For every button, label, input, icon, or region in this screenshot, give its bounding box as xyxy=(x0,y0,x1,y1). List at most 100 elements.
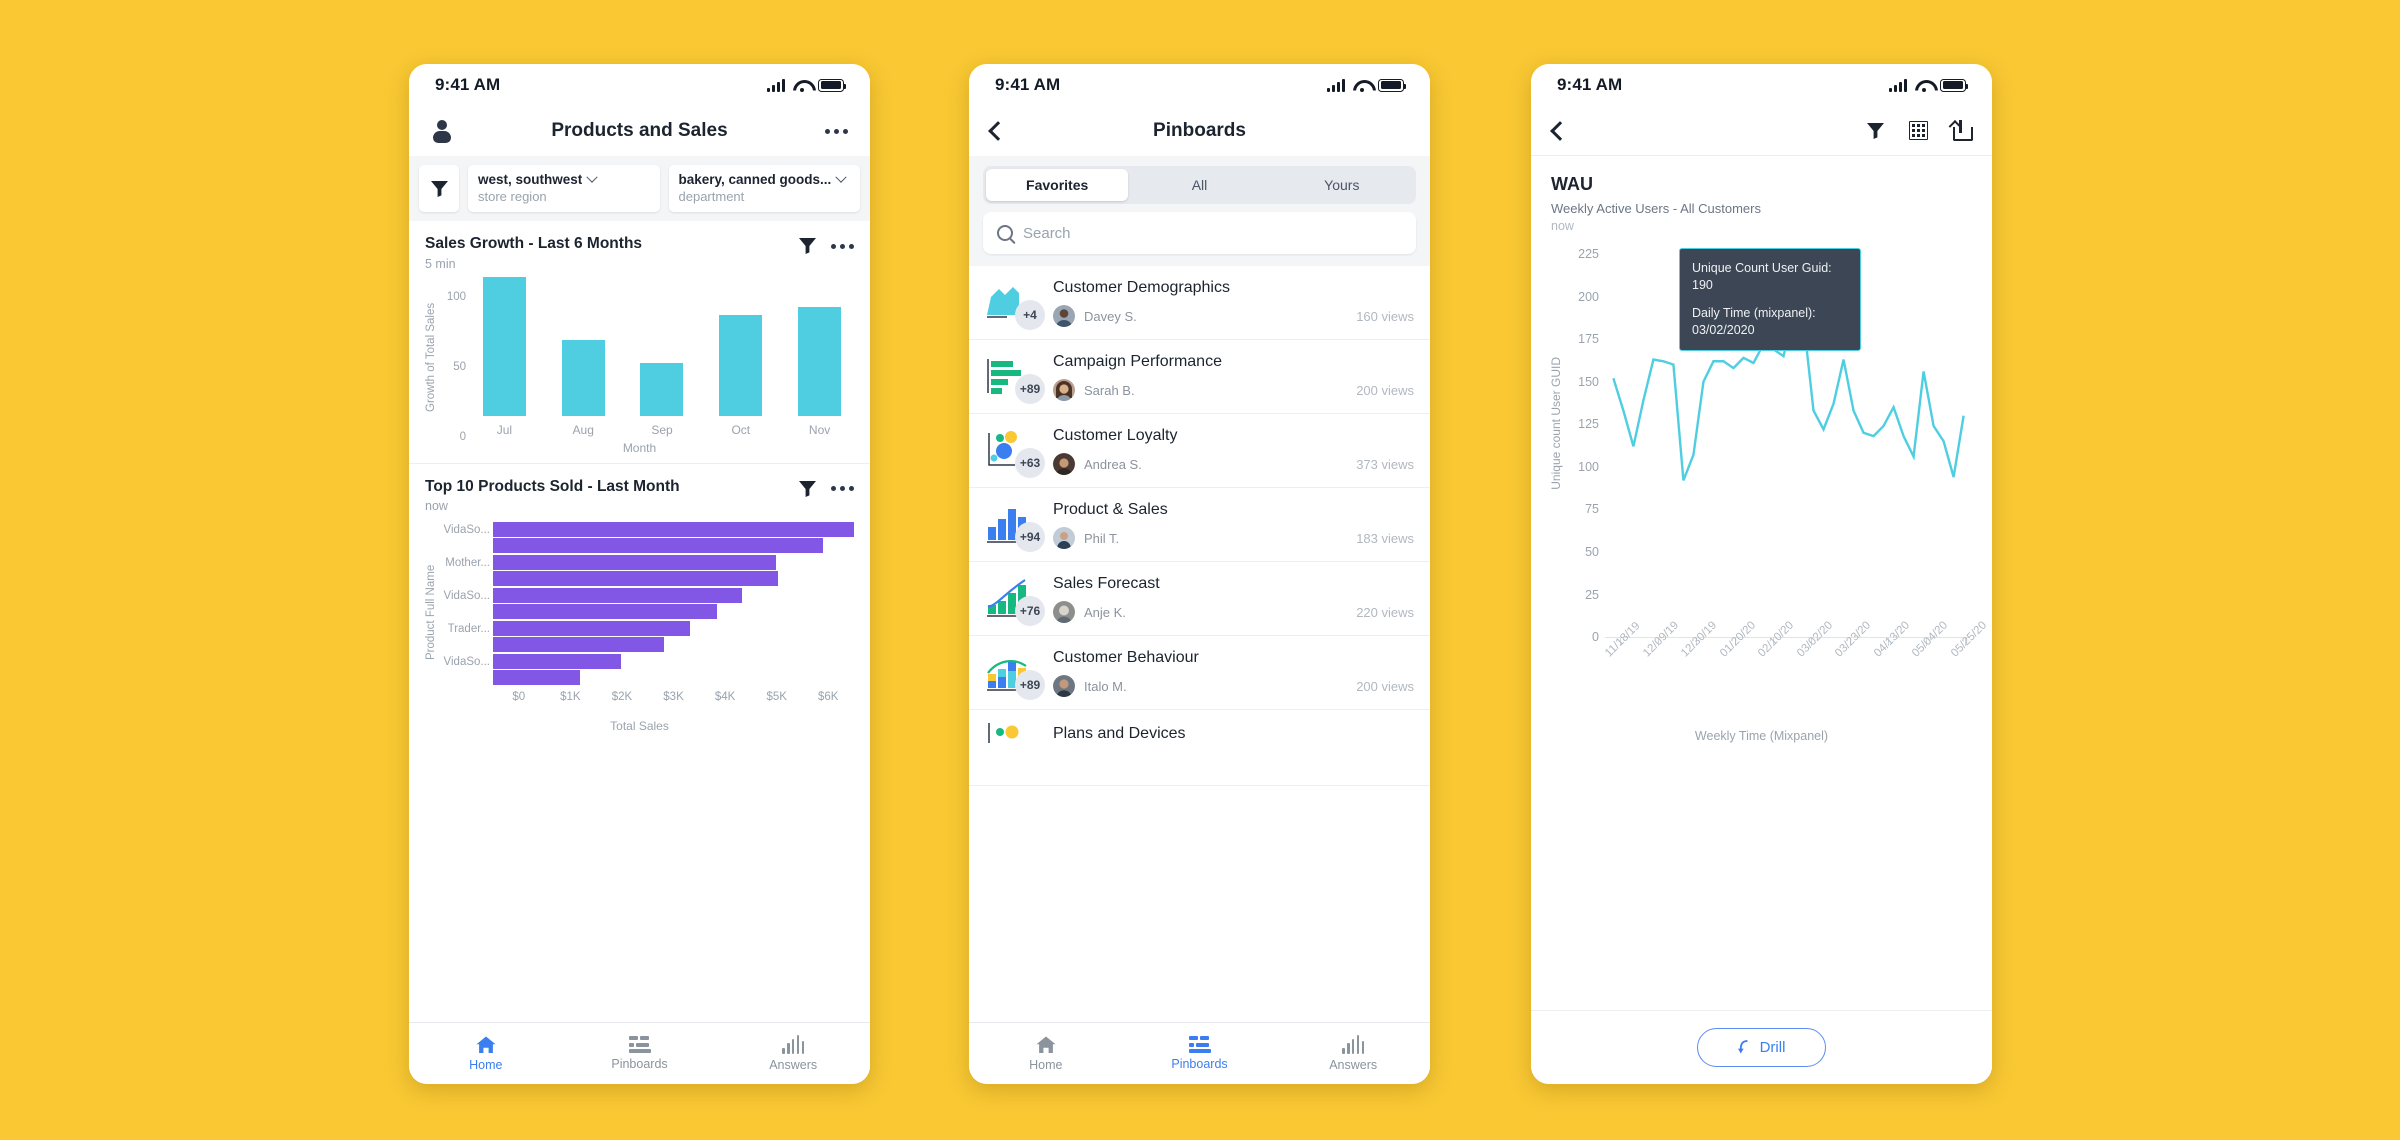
share-icon[interactable] xyxy=(1952,120,1973,141)
segment-all[interactable]: All xyxy=(1128,169,1270,201)
x-tick: $1K xyxy=(560,691,581,704)
list-item[interactable]: +89 Campaign Performance Sarah B. 200 vi… xyxy=(969,340,1430,414)
pinboard-list[interactable]: +4 Customer Demographics Davey S. 160 vi… xyxy=(969,266,1430,1022)
chevron-left-icon[interactable] xyxy=(1550,120,1570,141)
bar-row[interactable] xyxy=(493,538,854,555)
more-dots-icon[interactable] xyxy=(831,243,854,249)
viz-card-sales-growth[interactable]: Sales Growth - Last 6 Months 5 min Growt… xyxy=(409,221,870,464)
bar-column[interactable]: Aug xyxy=(549,277,618,437)
count-badge: +89 xyxy=(1015,374,1045,404)
bar-row[interactable] xyxy=(493,521,854,538)
pinboards-icon xyxy=(628,1036,651,1054)
list-item[interactable]: +63 Customer Loyalty Andrea S. 373 views xyxy=(969,414,1430,488)
bubble-chart-thumb: +63 xyxy=(985,427,1045,478)
tab-pinboards[interactable]: Pinboards xyxy=(1123,1036,1277,1071)
card-subtitle: now xyxy=(425,499,448,514)
phone-mockup-wau-detail: 9:41 AM WAU Weekly Active Users - All Cu… xyxy=(1531,64,1992,1084)
tooltip-date-value: 03/02/2020 xyxy=(1692,322,1755,337)
tab-answers[interactable]: Answers xyxy=(716,1035,870,1072)
x-tick: $4K xyxy=(714,691,736,704)
status-indicators xyxy=(767,78,847,92)
drill-button[interactable]: Drill xyxy=(1696,1028,1827,1067)
bar-column[interactable]: Oct xyxy=(706,277,775,437)
y-axis-ticks: VidaSo... Mother... VidaSo... Trader... … xyxy=(441,521,493,703)
y-axis-ticks: 225 200 175 150 125 100 75 50 25 0 xyxy=(1565,237,1599,644)
x-tick: Sep xyxy=(651,422,673,437)
list-item-views: 183 views xyxy=(1356,530,1414,546)
tab-home[interactable]: Home xyxy=(969,1035,1123,1072)
viz-title: WAU xyxy=(1551,174,1593,194)
segment-favorites[interactable]: Favorites xyxy=(986,169,1129,201)
tab-pinboards[interactable]: Pinboards xyxy=(563,1036,717,1071)
avatar xyxy=(1053,379,1075,401)
tab-answers[interactable]: Answers xyxy=(1276,1035,1430,1072)
status-bar: 9:41 AM xyxy=(409,64,870,106)
chevron-left-icon[interactable] xyxy=(988,121,1008,141)
filter-button[interactable] xyxy=(419,165,459,212)
bar-row[interactable] xyxy=(493,587,854,604)
bar-row[interactable] xyxy=(493,571,854,588)
bar-row[interactable] xyxy=(493,554,854,571)
filter-chip-store-region[interactable]: west, southwest store region xyxy=(468,165,660,212)
y-tick: 100 xyxy=(1578,459,1599,474)
list-item[interactable]: +94 Product & Sales Phil T. 183 views xyxy=(969,488,1430,562)
list-item[interactable]: +76 Sales Forecast Anje K. 220 views xyxy=(969,562,1430,636)
segmented-control-wrap: Favorites All Yours xyxy=(969,156,1430,212)
tab-home[interactable]: Home xyxy=(409,1035,563,1072)
chevron-down-icon xyxy=(586,171,598,183)
bar xyxy=(493,538,824,554)
count-badge: +89 xyxy=(1015,670,1045,700)
list-item-title: Customer Loyalty xyxy=(1053,427,1178,444)
list-item[interactable]: Plans and Devices xyxy=(969,710,1430,786)
search-input[interactable]: Search xyxy=(983,212,1416,254)
tooltip-metric-label: Unique Count User Guid: xyxy=(1692,261,1832,275)
battery-icon xyxy=(1940,78,1969,92)
avatar xyxy=(1053,305,1075,327)
list-item-author: Phil T. xyxy=(1084,530,1120,546)
bar-row[interactable] xyxy=(493,653,854,670)
bar-row[interactable] xyxy=(493,604,854,621)
list-item-title: Customer Demographics xyxy=(1053,279,1230,296)
y-tick: 0 xyxy=(1592,630,1599,644)
combo-chart-thumb: +76 xyxy=(985,575,1045,626)
viz-timestamp: now xyxy=(1551,219,1574,233)
status-bar: 9:41 AM xyxy=(969,64,1430,106)
x-tick: Aug xyxy=(572,422,594,437)
list-item-views: 373 views xyxy=(1356,456,1414,472)
card-title: Top 10 Products Sold - Last Month xyxy=(425,477,680,495)
funnel-icon[interactable] xyxy=(1866,122,1885,140)
filter-chip-department[interactable]: bakery, canned goods... department xyxy=(668,165,860,212)
filter-bar: west, southwest store region bakery, can… xyxy=(409,156,870,221)
y-tick: 150 xyxy=(1578,374,1599,389)
x-tick: Nov xyxy=(808,422,831,437)
x-tick: Oct xyxy=(731,422,751,437)
tab-label: Answers xyxy=(1329,1058,1378,1072)
list-item[interactable]: +89 Customer Behaviour Italo M. 200 view… xyxy=(969,636,1430,710)
y-tick: 75 xyxy=(1585,502,1599,517)
viz-scroll-area[interactable]: Sales Growth - Last 6 Months 5 min Growt… xyxy=(409,221,870,1022)
bar-column[interactable]: Nov xyxy=(785,277,854,437)
segment-yours[interactable]: Yours xyxy=(1271,169,1413,201)
area-chart-thumb: +4 xyxy=(985,279,1045,330)
viz-card-top-products[interactable]: Top 10 Products Sold - Last Month now Pr… xyxy=(409,464,870,742)
funnel-icon[interactable] xyxy=(798,237,817,255)
bar-column[interactable]: Sep xyxy=(628,277,697,437)
more-dots-icon[interactable] xyxy=(831,486,854,492)
count-badge: +63 xyxy=(1015,448,1045,478)
nav-bar: Products and Sales xyxy=(409,106,870,156)
bar-column[interactable]: Jul xyxy=(470,276,539,437)
list-item[interactable]: +4 Customer Demographics Davey S. 160 vi… xyxy=(969,266,1430,340)
bar-row[interactable] xyxy=(493,620,854,637)
chevron-down-icon xyxy=(835,171,847,183)
bar-row[interactable] xyxy=(493,670,854,687)
y-axis-title: Unique count User GUID xyxy=(1549,357,1563,490)
more-dots-icon[interactable] xyxy=(825,128,848,134)
table-grid-icon[interactable] xyxy=(1909,121,1928,140)
person-icon[interactable] xyxy=(431,119,453,143)
bar xyxy=(493,653,622,669)
bar-row[interactable] xyxy=(493,637,854,654)
tab-label: Home xyxy=(469,1058,503,1072)
funnel-icon[interactable] xyxy=(798,480,817,498)
y-axis-title: Growth of Total Sales xyxy=(425,302,437,412)
cellular-signal-icon xyxy=(1327,78,1345,92)
